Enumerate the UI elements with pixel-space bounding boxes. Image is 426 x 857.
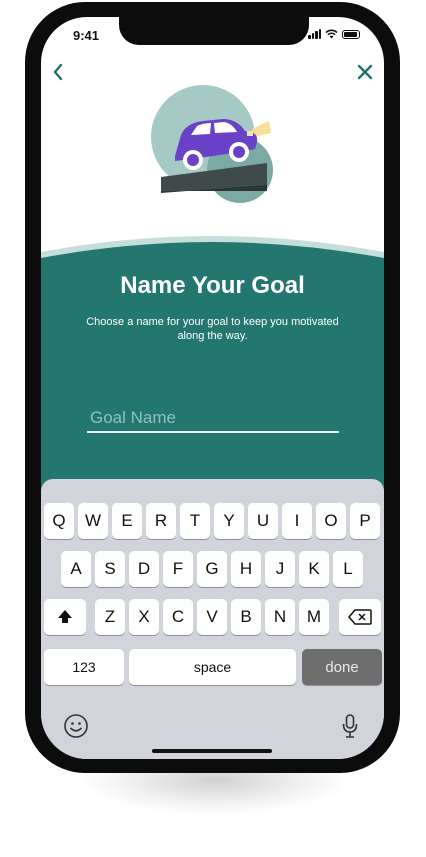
done-key[interactable]: done	[302, 649, 382, 685]
numbers-key[interactable]: 123	[44, 649, 124, 685]
chevron-left-icon	[53, 63, 63, 81]
key-i[interactable]: I	[282, 503, 312, 539]
key-v[interactable]: V	[197, 599, 227, 635]
key-x[interactable]: X	[129, 599, 159, 635]
status-time: 9:41	[73, 28, 100, 43]
shift-key[interactable]	[44, 599, 86, 635]
goal-name-input[interactable]	[87, 405, 339, 433]
key-t[interactable]: T	[180, 503, 210, 539]
page-title: Name Your Goal	[120, 272, 305, 299]
keyboard: Q W E R T Y U I O P A S D F G H J K L Z	[41, 479, 384, 759]
key-y[interactable]: Y	[214, 503, 244, 539]
key-l[interactable]: L	[333, 551, 363, 587]
key-q[interactable]: Q	[44, 503, 74, 539]
notch	[119, 17, 309, 45]
backspace-icon	[348, 609, 372, 625]
microphone-icon[interactable]	[341, 713, 359, 739]
key-h[interactable]: H	[231, 551, 261, 587]
close-button[interactable]	[356, 62, 374, 86]
wifi-icon	[325, 29, 338, 39]
emoji-icon[interactable]	[63, 713, 89, 739]
key-g[interactable]: G	[197, 551, 227, 587]
key-r[interactable]: R	[146, 503, 176, 539]
delete-key[interactable]	[339, 599, 381, 635]
key-j[interactable]: J	[265, 551, 295, 587]
status-icons	[308, 29, 360, 39]
key-s[interactable]: S	[95, 551, 125, 587]
close-icon	[357, 64, 373, 80]
key-d[interactable]: D	[129, 551, 159, 587]
screen: 9:41 Name Your Goal Choose a name for yo…	[41, 17, 384, 759]
battery-icon	[342, 29, 360, 39]
page-subtitle: Choose a name for your goal to keep you …	[86, 316, 339, 342]
space-key[interactable]: space	[129, 649, 296, 685]
key-p[interactable]: P	[350, 503, 380, 539]
key-c[interactable]: C	[163, 599, 193, 635]
key-e[interactable]: E	[112, 503, 142, 539]
key-f[interactable]: F	[163, 551, 193, 587]
key-k[interactable]: K	[299, 551, 329, 587]
key-u[interactable]: U	[248, 503, 278, 539]
signal-icon	[308, 29, 321, 39]
key-n[interactable]: N	[265, 599, 295, 635]
key-b[interactable]: B	[231, 599, 261, 635]
home-indicator	[152, 749, 272, 753]
key-m[interactable]: M	[299, 599, 329, 635]
key-w[interactable]: W	[78, 503, 108, 539]
key-o[interactable]: O	[316, 503, 346, 539]
key-a[interactable]: A	[61, 551, 91, 587]
key-z[interactable]: Z	[95, 599, 125, 635]
car-on-ramp-illustration	[151, 85, 273, 203]
back-button[interactable]	[51, 62, 65, 87]
phone-frame: 9:41 Name Your Goal Choose a name for yo…	[25, 2, 400, 773]
shift-icon	[58, 610, 72, 623]
